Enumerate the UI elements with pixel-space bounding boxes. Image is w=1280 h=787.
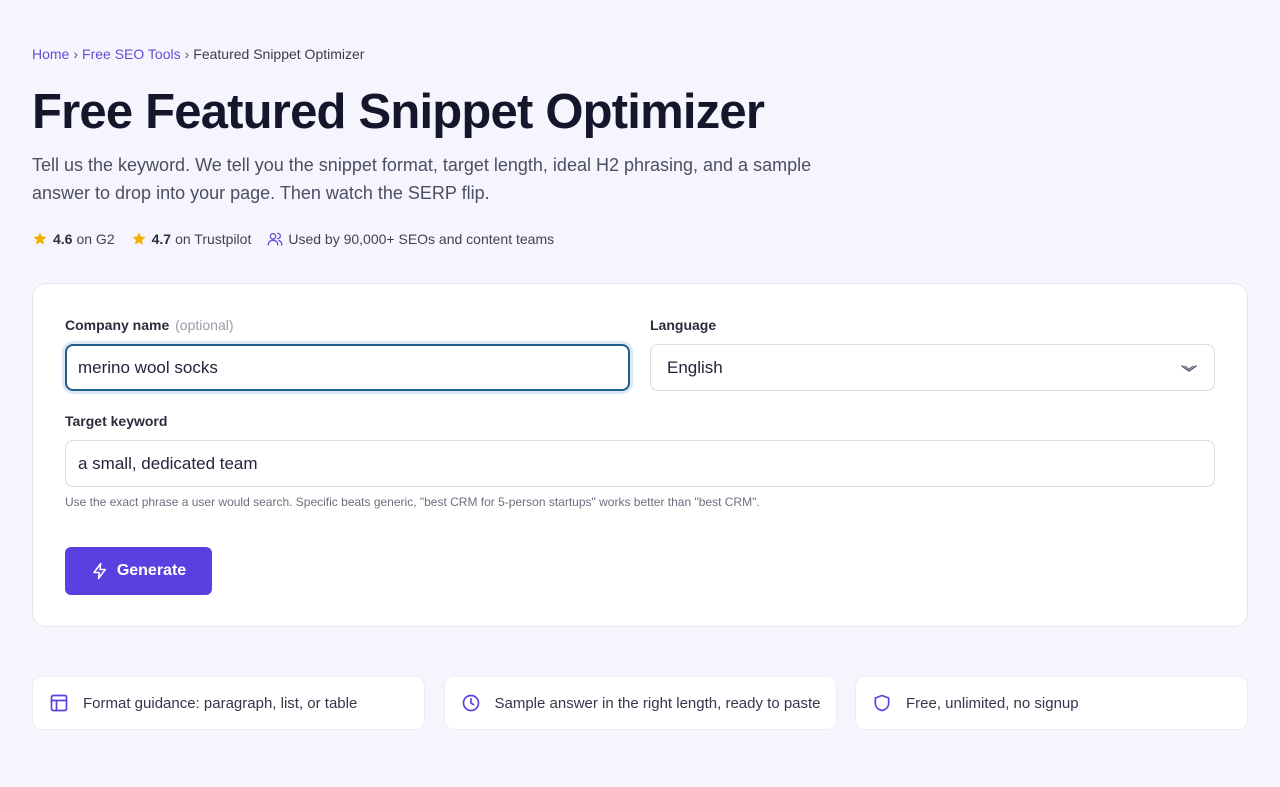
company-name-label: Company name (optional) — [65, 317, 234, 333]
target-keyword-value: a small, dedicated team — [78, 453, 258, 473]
company-name-label-text: Company name — [65, 317, 170, 333]
feature-sample-answer: Sample answer in the right length, ready… — [443, 676, 837, 730]
ratings-row: 4.6 on G2 4.7 on Trustpilot Used by 90,0… — [32, 231, 570, 247]
feature-list: Format guidance: paragraph, list, or tab… — [32, 676, 1248, 730]
target-keyword-input[interactable]: a small, dedicated team — [65, 440, 1215, 487]
breadcrumb-separator: › — [184, 46, 190, 62]
company-name-input[interactable]: merino wool socks — [65, 344, 630, 391]
trustpilot-rating: 4.7 on Trustpilot — [131, 231, 252, 247]
clock-icon — [462, 694, 479, 712]
users-icon — [268, 232, 283, 246]
target-keyword-hint: Use the exact phrase a user would search… — [65, 495, 760, 509]
trustpilot-label: on Trustpilot — [175, 231, 252, 247]
breadcrumb: Home › Free SEO Tools › Featured Snippet Opt… — [32, 46, 364, 62]
usage-text: Used by 90,000+ SEOs and content teams — [288, 231, 555, 247]
feature-format-guidance: Format guidance: paragraph, list, or tab… — [32, 676, 425, 730]
feature-free: Free, unlimited, no signup — [855, 676, 1248, 730]
feature-text: Sample answer in the right length, ready… — [494, 694, 821, 712]
language-value: English — [667, 357, 723, 377]
star-icon — [132, 232, 146, 245]
language-label: Language — [650, 317, 717, 333]
breadcrumb-separator: › — [73, 46, 79, 62]
layout-icon — [50, 694, 68, 712]
page-subtitle: Tell us the keyword. We tell you the sni… — [32, 155, 812, 203]
feature-text: Format guidance: paragraph, list, or tab… — [83, 694, 358, 712]
g2-label: on G2 — [76, 231, 115, 247]
feature-text: Free, unlimited, no signup — [906, 694, 1079, 712]
g2-rating: 4.6 on G2 — [32, 231, 115, 247]
generate-label: Generate — [116, 562, 187, 579]
breadcrumb-current: Featured Snippet Optimizer — [193, 46, 365, 62]
usage-stat: Used by 90,000+ SEOs and content teams — [267, 231, 554, 247]
breadcrumb-home-link[interactable]: Home — [32, 46, 69, 62]
generate-button[interactable]: Generate — [65, 547, 212, 595]
target-keyword-label: Target keyword — [65, 413, 168, 429]
language-select[interactable]: English — [650, 344, 1215, 391]
optional-hint: (optional) — [175, 317, 234, 333]
lightning-icon — [93, 562, 106, 580]
star-icon — [33, 232, 47, 245]
chevron-down-icon — [1181, 365, 1197, 372]
g2-score: 4.6 — [53, 231, 73, 247]
snippet-form-card: Company name (optional) merino wool sock… — [32, 283, 1248, 627]
breadcrumb-tools-link[interactable]: Free SEO Tools — [82, 46, 181, 62]
page-title: Free Featured Snippet Optimizer — [32, 85, 765, 139]
trustpilot-score: 4.7 — [151, 231, 172, 247]
company-name-value: merino wool socks — [78, 357, 218, 377]
shield-icon — [874, 694, 890, 712]
